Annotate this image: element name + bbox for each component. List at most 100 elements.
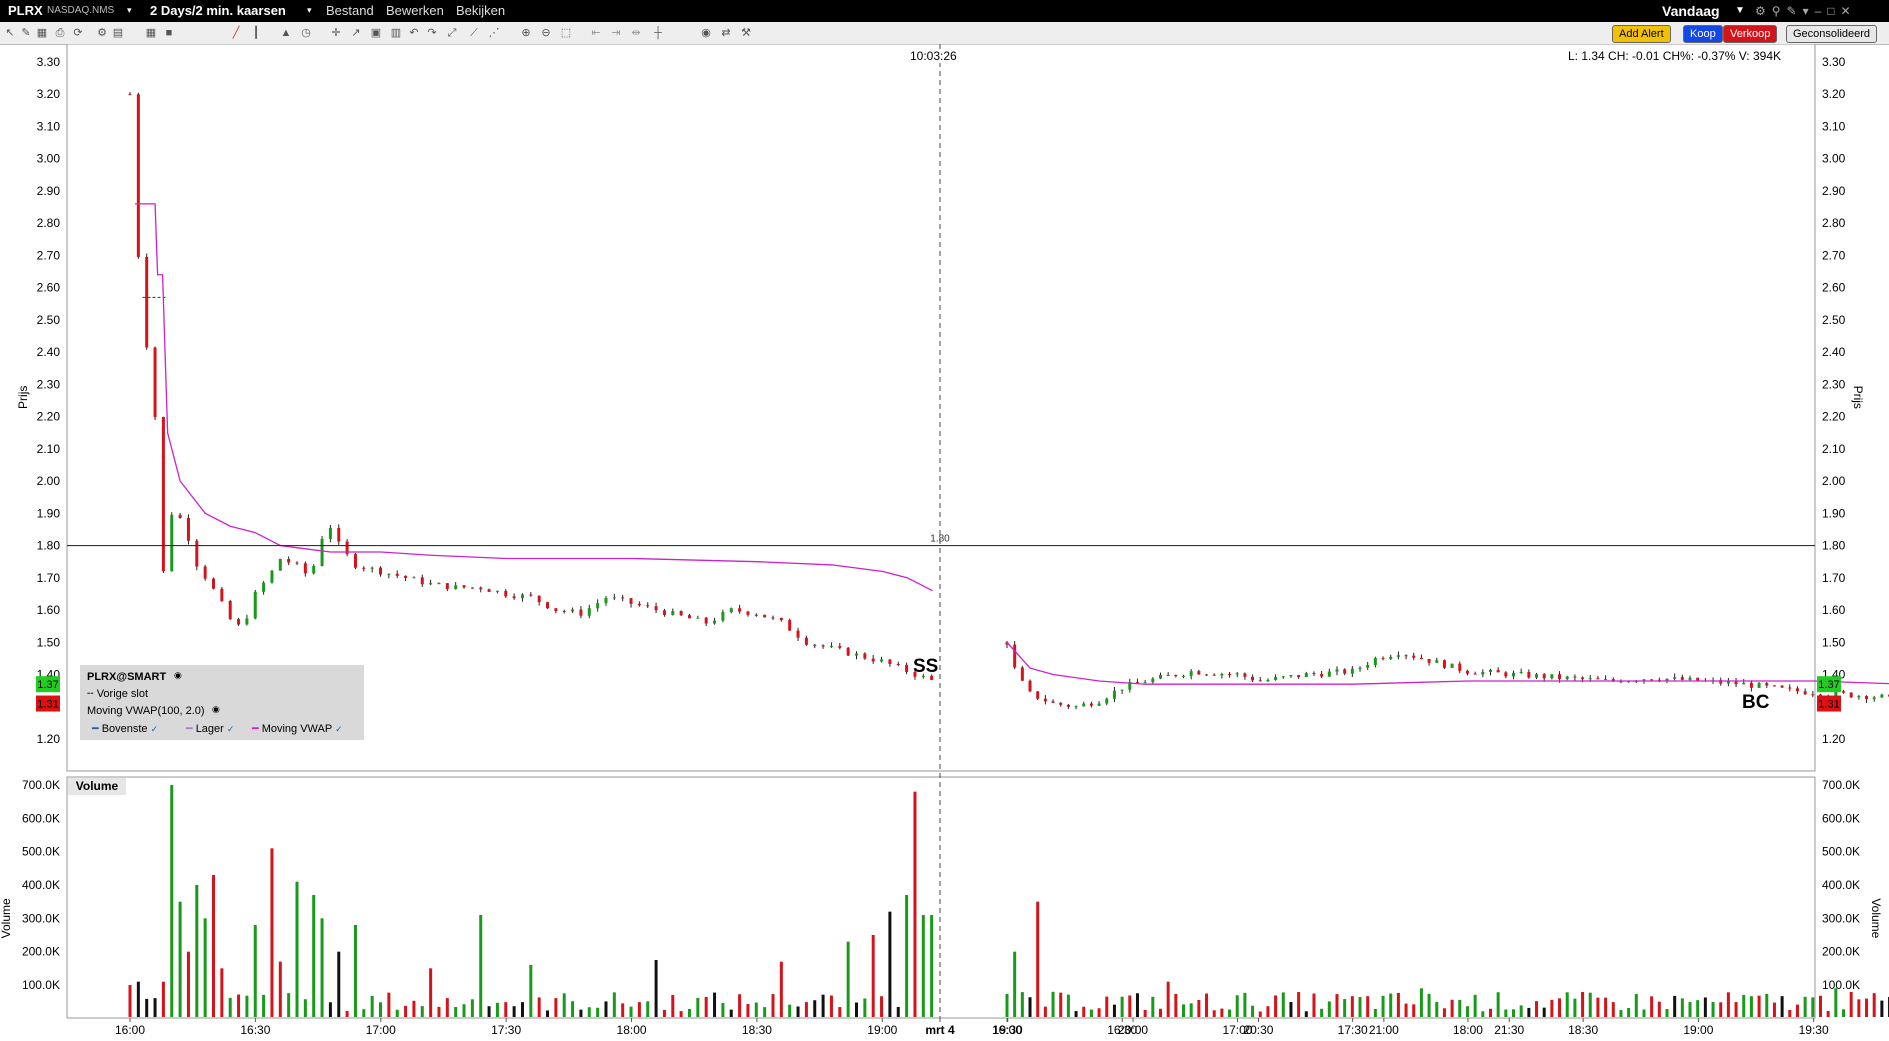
redo-icon[interactable]: ↷ [426,27,438,39]
symbol-dropdown-icon[interactable]: ▾ [127,5,132,16]
volume-bar [905,895,909,1017]
volume-bar [1688,1002,1692,1017]
candle-body [262,582,266,592]
candle-body [529,594,533,596]
refresh-icon[interactable]: ⟳ [72,27,84,39]
price-tick-label: 3.30 [1822,55,1846,69]
bars-icon[interactable]: ┃ [250,27,262,39]
draw-icon[interactable]: ✎ [20,27,32,39]
split-icon[interactable]: ┼ [652,27,664,39]
symbol-label[interactable]: PLRX [8,3,43,18]
window-controls-icon[interactable]: ⚙⚲✎▾–□✕ [1755,4,1857,18]
volume-tick-label: 200.0K [22,945,60,959]
save-icon[interactable]: ▥ [390,27,402,39]
add-alert-button[interactable]: Add Alert [1612,25,1671,43]
volume-tick-label: 300.0K [1822,911,1860,925]
candle-body [1458,663,1462,671]
arrow-tool-icon[interactable]: ↗ [350,27,362,39]
print-icon[interactable]: ⎙ [54,27,66,39]
trendline-icon[interactable]: ╱ [230,27,242,39]
candle-body [1158,674,1162,679]
volume-bar [813,1000,817,1017]
zoom-box-icon[interactable]: ⬚ [560,27,572,39]
menu-bestand[interactable]: Bestand [326,3,374,18]
candle-body [1358,667,1362,669]
candle-body [1404,655,1408,657]
volume-bar [1396,992,1400,1017]
candle-body [880,659,884,662]
candle-body [1312,673,1316,675]
volume-bar [495,1002,499,1017]
undo-icon[interactable]: ↶ [408,27,420,39]
layout-icon[interactable]: ▤ [112,27,124,39]
volume-bar [1596,997,1600,1017]
legend-upper[interactable]: ━ Bovenste ✓ [92,722,158,735]
range-selector[interactable]: Vandaag [1662,3,1720,19]
legend-vwap[interactable]: ━ Moving VWAP ✓ [252,722,343,735]
menu-bekijken[interactable]: Bekijken [456,3,505,18]
scale-icon[interactable]: ⇹ [630,27,642,39]
price-tick-label: 3.10 [1822,119,1846,133]
study-settings-icon[interactable]: ◉ [212,704,220,715]
volume-panel-title: Volume [68,778,126,795]
volume-bar [295,881,299,1017]
period-dropdown-icon[interactable]: ▾ [307,5,312,16]
volume-bar [203,918,207,1017]
volume-bar [1481,1011,1485,1017]
grid-icon[interactable]: ▦ [36,27,48,39]
crosshair-icon[interactable]: ✛ [330,27,342,39]
consolidated-button[interactable]: Geconsolideerd [1786,25,1878,43]
legend-lower[interactable]: ━ Lager ✓ [186,722,234,735]
calendar-icon[interactable]: ▣ [370,27,382,39]
volume-bar [1442,1008,1446,1017]
price-tick-label: 2.80 [1822,216,1846,230]
volume-bar [687,1008,691,1017]
range-dropdown-icon[interactable]: ▼ [1735,5,1745,16]
price-volume-chart[interactable]: 3.30 3.20 3.10 3.00 2.90 2.80 2.70 2.60 2.50 2.40… [0,44,1889,1041]
sync-icon[interactable]: ⇄ [720,27,732,39]
mountain-icon[interactable]: ▲ [280,27,292,39]
zoom-in-icon[interactable]: ⊕ [520,27,532,39]
fib-icon[interactable]: ⋰ [488,27,500,39]
line-tool-icon[interactable]: ⟋ [468,27,480,39]
volume-bar [1158,1008,1162,1017]
settings-icon[interactable]: ⚙ [96,27,108,39]
scroll-left-icon[interactable]: ⇤ [590,27,602,39]
box-icon[interactable]: ■ [163,27,175,39]
period-selector[interactable]: 2 Days/2 min. kaarsen [150,3,286,18]
volume-bar [604,1001,608,1017]
volume-bar [1220,1008,1224,1017]
clock-icon[interactable]: ◷ [300,27,312,39]
buy-button[interactable]: Koop [1683,25,1723,43]
volume-bar [1243,992,1247,1017]
volume-bar [1358,997,1362,1017]
volume-bar [1772,1002,1776,1017]
price-tick-label: 2.90 [1822,184,1846,198]
scroll-right-icon[interactable]: ⇥ [610,27,622,39]
globe-icon[interactable]: ◉ [700,27,712,39]
volume-bar [738,994,742,1017]
candle-body [821,645,825,647]
cursor-icon[interactable]: ↖ [4,27,16,39]
candle-body [1120,689,1124,691]
study-legend: PLRX@SMART ◉ ╌ Vorige slot Moving VWAP(1… [80,665,364,740]
candle-body [195,540,199,567]
volume-bar [145,998,149,1017]
wrench-icon[interactable]: ⚒ [740,27,752,39]
candle-body [1013,644,1017,668]
zoom-out-icon[interactable]: ⊖ [540,27,552,39]
table-icon[interactable]: ▦ [145,27,157,39]
volume-bar [1880,1000,1884,1017]
candle-body [1527,672,1531,678]
volume-bar [245,995,249,1017]
price-tick-label: 2.50 [37,313,61,327]
legend-settings-icon[interactable]: ◉ [174,670,182,681]
volume-bar [896,1006,900,1017]
exchange-label[interactable]: NASDAQ.NMS [47,5,114,16]
menu-bewerken[interactable]: Bewerken [386,3,444,18]
fit-icon[interactable]: ⤢ [446,27,458,39]
candle-body [537,595,541,603]
candle-body [404,575,408,578]
candle-body [470,587,474,589]
sell-button[interactable]: Verkoop [1723,25,1778,43]
